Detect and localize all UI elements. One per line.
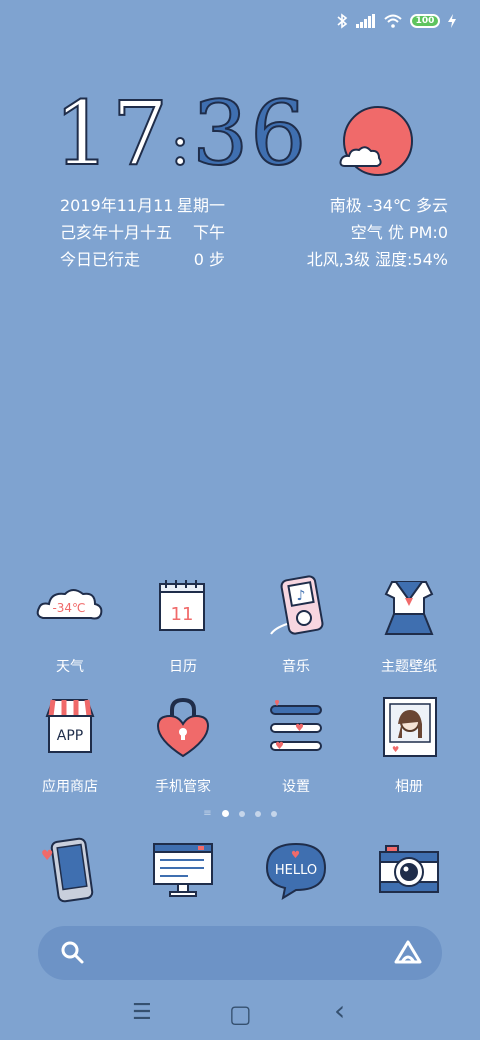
steps-value: 0 步	[193, 250, 225, 269]
app-settings[interactable]: ♥ ♥ 设置	[241, 694, 351, 796]
air-quality: 空气 优 PM:0	[350, 223, 448, 242]
dock-phone[interactable]: ♥	[15, 836, 125, 910]
calendar-icon: 11	[159, 580, 205, 631]
app-label: 相册	[395, 779, 423, 795]
svg-text:♪: ♪	[297, 588, 306, 604]
steps-label: 今日已行走	[60, 250, 141, 269]
sun-cloud-icon[interactable]	[339, 106, 413, 176]
app-music[interactable]: ♪ 音乐	[241, 574, 351, 676]
dock-browser[interactable]	[128, 836, 238, 910]
clock-minute: 36	[191, 82, 309, 185]
app-gallery[interactable]: ♥ 相册	[354, 694, 464, 796]
page-indicator[interactable]: ≡	[0, 808, 480, 819]
page-dot[interactable]	[270, 810, 277, 817]
weather-location-temp: 南极 -34℃ 多云	[329, 196, 448, 215]
svg-text:♥: ♥	[275, 741, 284, 752]
dock-camera[interactable]	[354, 836, 464, 910]
clock-hour: 17	[53, 82, 170, 185]
app-label: 设置	[282, 779, 310, 795]
wifi-icon	[384, 14, 402, 28]
weekday-text: 星期一	[176, 196, 225, 215]
page-list-icon[interactable]: ≡	[203, 808, 211, 819]
page-dot[interactable]	[254, 810, 261, 817]
app-label: 天气	[56, 659, 84, 675]
wind-humidity: 北风,3级 湿度:54%	[306, 250, 448, 269]
status-bar: 100	[336, 10, 456, 32]
app-label: 手机管家	[155, 779, 211, 795]
battery-level: 100	[415, 16, 435, 26]
weather-info[interactable]: 南极 -34℃ 多云 空气 优 PM:0 北风,3级 湿度:54%	[248, 192, 448, 273]
clock-widget[interactable]: 17:36	[53, 89, 308, 179]
battery-indicator: 100	[410, 14, 440, 28]
camera-icon	[379, 845, 439, 893]
app-calendar[interactable]: 11 日历	[128, 574, 238, 676]
svg-text:♥: ♥	[41, 848, 54, 864]
search-bar[interactable]	[38, 926, 442, 980]
svg-text:♥: ♥	[291, 850, 300, 861]
app-store[interactable]: APP 应用商店	[15, 694, 125, 796]
app-store-badge: APP	[57, 728, 83, 744]
signal-icon	[356, 14, 375, 28]
date-info: 2019年11月11 星期一 己亥年十月十五 下午 今日已行走 0 步	[60, 192, 225, 273]
photo-album-icon: ♥	[383, 697, 437, 757]
app-label: 应用商店	[42, 779, 98, 795]
clock-separator: :	[169, 109, 193, 179]
bluetooth-icon	[337, 13, 348, 29]
period-text: 下午	[192, 223, 225, 242]
page-dot[interactable]	[238, 810, 245, 817]
app-security[interactable]: 手机管家	[128, 694, 238, 796]
music-player-icon: ♪	[270, 575, 324, 635]
dock-messages[interactable]: HELLO ♥	[241, 836, 351, 910]
message-hello-icon: HELLO ♥	[265, 842, 327, 901]
calendar-day-badge: 11	[171, 604, 194, 625]
svg-text:♥: ♥	[392, 745, 399, 754]
charging-icon	[448, 14, 456, 28]
app-label: 音乐	[282, 659, 310, 675]
settings-sliders-icon: ♥ ♥	[270, 700, 322, 752]
heart-lock-icon	[156, 697, 210, 758]
lunar-date: 己亥年十月十五	[60, 223, 173, 242]
sailor-uniform-icon	[384, 581, 434, 635]
app-label: 日历	[169, 659, 197, 675]
weather-temp-badge: -34℃	[52, 601, 85, 615]
svg-text:♥: ♥	[295, 723, 304, 734]
app-label: 主题壁纸	[381, 659, 437, 675]
app-weather[interactable]: -34℃ 天气	[15, 574, 125, 676]
nav-back-button[interactable]: ‹	[334, 994, 345, 1027]
nav-home-button[interactable]: ▢	[229, 1000, 252, 1028]
assistant-icon[interactable]	[394, 940, 422, 966]
page-dot[interactable]	[221, 810, 229, 817]
date-text: 2019年11月11	[60, 196, 174, 215]
weather-cloud-icon: -34℃	[36, 589, 103, 620]
phone-icon: ♥	[41, 837, 94, 903]
nav-menu-button[interactable]: ☰	[132, 1000, 152, 1025]
browser-icon	[153, 843, 213, 897]
search-icon[interactable]	[60, 940, 86, 966]
app-store-icon: APP	[45, 699, 95, 753]
hello-text: HELLO	[275, 863, 317, 878]
app-themes[interactable]: 主题壁纸	[354, 574, 464, 676]
